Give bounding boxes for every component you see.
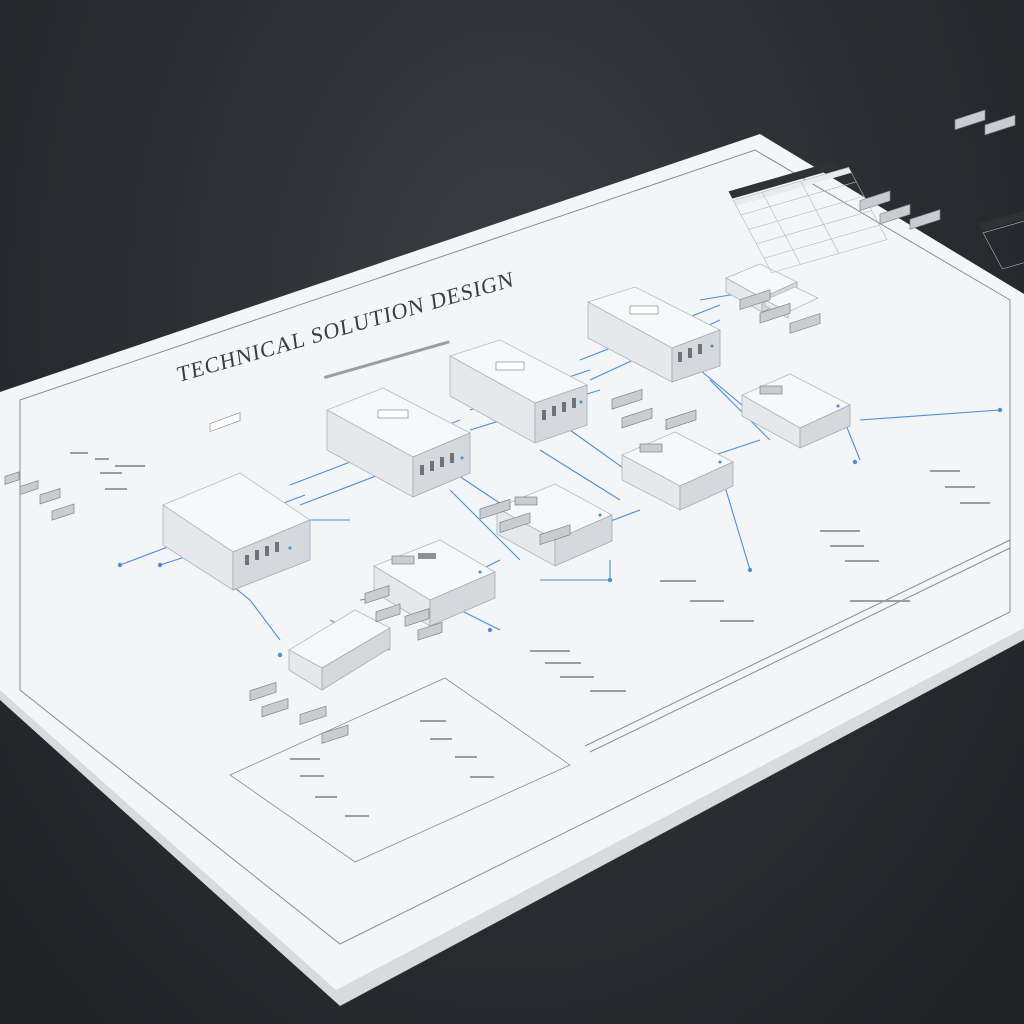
paper-sheet xyxy=(0,134,1024,1006)
diagram-scene: TECHNICAL SOLUTION DESIGN xyxy=(0,109,1024,1006)
